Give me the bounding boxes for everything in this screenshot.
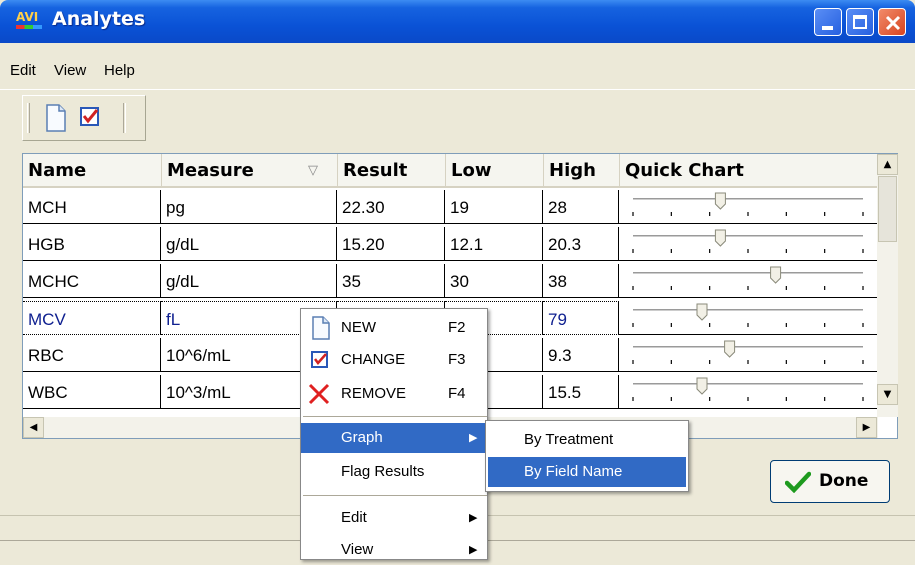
quick-chart-slider[interactable] [619,227,877,261]
close-button[interactable] [878,8,906,36]
cell-name[interactable]: MCH [23,190,161,224]
submenu-arrow-icon: ▶ [469,432,478,444]
sort-indicator-icon: ▽ [308,163,318,178]
cell-name[interactable]: RBC [23,338,161,372]
cell-name[interactable]: MCV [23,301,161,335]
scroll-right-arrow-icon[interactable]: ▶ [856,417,877,438]
context-menu-flag-results[interactable]: Flag Results [301,457,487,487]
column-header-low[interactable]: Low [445,154,543,188]
column-header-name[interactable]: Name [23,154,161,188]
column-header-measure[interactable]: Measure ▽ [161,154,337,188]
cell-measure[interactable]: g/dL [161,264,337,298]
cell-name[interactable]: MCHC [23,264,161,298]
cell-measure[interactable]: pg [161,190,337,224]
context-menu-remove[interactable]: REMOVE F4 [301,379,487,409]
toolbar [22,95,146,141]
column-header-result[interactable]: Result [337,154,445,188]
context-menu-graph[interactable]: Graph ▶ [301,423,487,453]
cell-low[interactable]: 12.1 [445,227,543,261]
window-title: Analytes [52,8,146,30]
cell-low[interactable]: 30 [445,264,543,298]
scroll-up-arrow-icon[interactable]: ▲ [877,154,898,175]
context-menu-change[interactable]: CHANGE F3 [301,345,487,375]
scroll-left-arrow-icon[interactable]: ◀ [23,417,44,438]
cell-high[interactable]: 20.3 [543,227,619,261]
new-document-icon[interactable] [45,104,67,136]
scroll-thumb[interactable] [878,176,897,242]
graph-submenu: By Treatment By Field Name [485,420,689,492]
scroll-down-arrow-icon[interactable]: ▼ [877,384,898,405]
cell-high[interactable]: 9.3 [543,338,619,372]
quick-chart-slider[interactable] [619,190,877,224]
column-header-high[interactable]: High [543,154,619,188]
close-icon [885,15,901,31]
cell-name[interactable]: WBC [23,375,161,409]
quick-chart-slider[interactable] [619,338,877,372]
cell-measure[interactable]: g/dL [161,227,337,261]
cell-high[interactable]: 79 [543,301,619,335]
column-header-quick-chart[interactable]: Quick Chart [619,154,877,188]
context-menu-new[interactable]: NEW F2 [301,313,487,343]
cell-result[interactable]: 35 [337,264,445,298]
cell-result[interactable]: 22.30 [337,190,445,224]
menu-bar: Edit View Help [0,43,915,89]
new-document-icon [312,316,330,340]
done-button[interactable]: Done [770,460,890,503]
checkmark-icon [785,471,811,493]
cell-high[interactable]: 15.5 [543,375,619,409]
maximize-button[interactable] [846,8,874,36]
context-menu-edit[interactable]: Edit ▶ [301,503,487,533]
cell-result[interactable]: 15.20 [337,227,445,261]
submenu-by-field-name[interactable]: By Field Name [488,457,686,487]
cell-name[interactable]: HGB [23,227,161,261]
submenu-arrow-icon: ▶ [469,512,478,524]
quick-chart-slider[interactable] [619,301,877,335]
menu-help[interactable]: Help [104,62,135,79]
quick-chart-slider[interactable] [619,375,877,409]
quick-chart-slider[interactable] [619,264,877,298]
title-bar[interactable]: AVI Analytes [0,0,915,43]
cell-high[interactable]: 38 [543,264,619,298]
menu-view[interactable]: View [54,62,86,79]
menu-edit[interactable]: Edit [10,62,36,79]
cell-high[interactable]: 28 [543,190,619,224]
app-logo-icon: AVI [16,10,42,30]
submenu-by-treatment[interactable]: By Treatment [488,425,686,455]
context-menu: NEW F2 CHANGE F3 REMOVE F4 Graph ▶ Flag … [300,308,488,560]
remove-x-icon [308,383,330,405]
minimize-button[interactable] [814,8,842,36]
vertical-scrollbar[interactable]: ▲ ▼ [877,154,898,417]
change-checkbox-icon[interactable] [79,106,101,132]
submenu-arrow-icon: ▶ [469,544,478,556]
cell-low[interactable]: 19 [445,190,543,224]
change-checkbox-icon [311,351,328,368]
context-menu-view[interactable]: View ▶ [301,535,487,565]
